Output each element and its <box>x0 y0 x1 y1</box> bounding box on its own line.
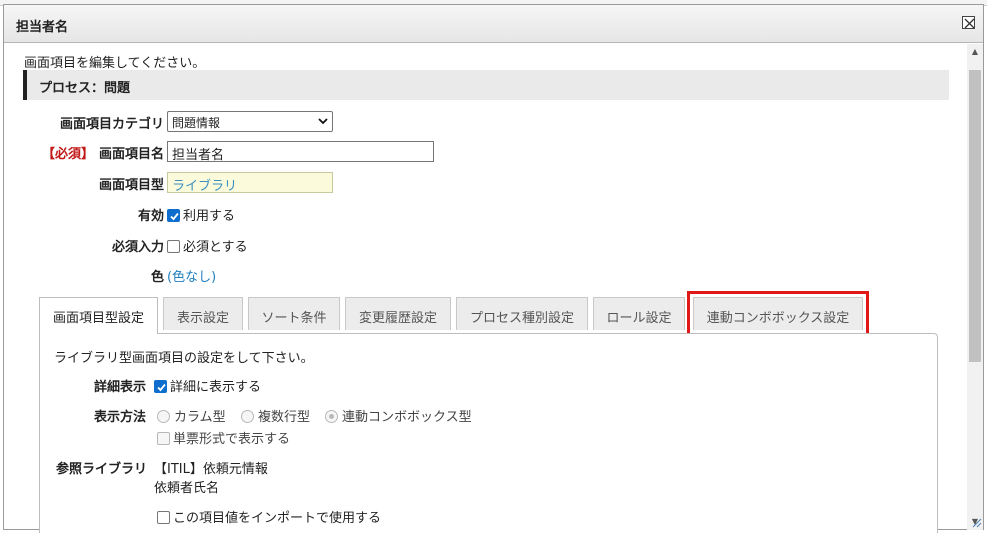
detail-checkbox-row[interactable]: 詳細に表示する <box>154 376 261 395</box>
radio-linked-combobox-type[interactable]: 連動コンボボックス型 <box>325 406 472 425</box>
tab-item-type-settings[interactable]: 画面項目型設定 <box>39 297 158 334</box>
single-form-checkbox[interactable] <box>157 432 170 445</box>
close-icon <box>964 18 975 29</box>
required-checkbox[interactable] <box>167 240 180 253</box>
instruction-text: 画面項目を編集してください。 <box>24 56 206 71</box>
panel-intro: ライブラリ型画面項目の設定をして下さい。 <box>54 351 314 366</box>
category-select[interactable]: 問題情報 <box>167 111 333 132</box>
enabled-checkbox[interactable] <box>167 209 180 222</box>
radio-button[interactable] <box>241 410 254 423</box>
color-link[interactable]: (色なし) <box>167 266 216 285</box>
tab-sort-conditions[interactable]: ソート条件 <box>248 297 340 330</box>
required-checkbox-label[interactable]: 必須とする <box>183 240 248 255</box>
category-select-value: 問題情報 <box>172 116 221 130</box>
dialog-title: 担当者名 <box>16 20 69 35</box>
tab-change-history[interactable]: 変更履歴設定 <box>345 297 451 330</box>
chevron-down-icon <box>318 118 328 125</box>
item-name-input[interactable]: 担当者名 <box>167 141 434 163</box>
close-button[interactable] <box>962 16 975 29</box>
resize-grip-icon[interactable] <box>970 516 982 528</box>
checkmark-icon <box>170 212 179 221</box>
scroll-thumb[interactable] <box>969 70 981 362</box>
detail-checkbox[interactable] <box>154 380 167 393</box>
single-form-checkbox-row[interactable]: 単票形式で表示する <box>157 428 290 447</box>
enabled-checkbox-label[interactable]: 利用する <box>183 209 235 224</box>
import-checkbox[interactable] <box>157 511 170 524</box>
import-checkbox-row[interactable]: この項目値をインポートで使用する <box>157 507 381 526</box>
radio-label[interactable]: カラム型 <box>174 410 226 425</box>
tab-panel: ライブラリ型画面項目の設定をして下さい。 詳細表示 詳細に表示する 表示方法 カ… <box>39 333 938 533</box>
required-checkbox-row[interactable]: 必須とする <box>167 236 248 255</box>
dialog-titlebar: 担当者名 <box>4 5 983 43</box>
detail-display-label: 詳細表示 <box>94 380 147 395</box>
tab-display-settings[interactable]: 表示設定 <box>163 297 243 330</box>
tab-linked-combobox[interactable]: 連動コンボボックス設定 <box>687 291 869 336</box>
scroll-up-arrow-icon[interactable]: ▲ <box>967 44 983 60</box>
required-input-label: 必須入力 <box>111 240 164 255</box>
reference-library-value: 【ITIL】依頼元情報 <box>154 462 268 477</box>
tab-process-type[interactable]: プロセス種別設定 <box>456 297 588 330</box>
reference-library-label: 参照ライブラリ <box>56 462 148 477</box>
item-type-label: 画面項目型 <box>98 178 164 193</box>
detail-checkbox-label[interactable]: 詳細に表示する <box>170 380 261 395</box>
edit-item-dialog: 担当者名 ▲ ▼ 画面項目を編集してください。 プロセス：問題 画面項目カテゴリ… <box>3 4 984 533</box>
radio-button[interactable] <box>157 410 170 423</box>
import-checkbox-label[interactable]: この項目値をインポートで使用する <box>173 511 381 526</box>
color-label: 色 <box>150 270 164 285</box>
radio-multiline-type[interactable]: 複数行型 <box>241 406 310 425</box>
section-heading: プロセス：問題 <box>23 70 949 100</box>
radio-label[interactable]: 連動コンボボックス型 <box>342 410 472 425</box>
checkmark-icon <box>157 383 166 392</box>
item-name-label: 画面項目名 <box>98 147 164 162</box>
tab-role-settings[interactable]: ロール設定 <box>593 297 685 330</box>
radio-label[interactable]: 複数行型 <box>258 410 310 425</box>
enabled-checkbox-row[interactable]: 利用する <box>167 205 235 224</box>
vertical-scrollbar[interactable]: ▲ ▼ <box>967 44 983 530</box>
enabled-label: 有効 <box>137 209 164 224</box>
reference-field-value: 依頼者氏名 <box>154 481 220 496</box>
category-label: 画面項目カテゴリ <box>59 117 164 132</box>
radio-button[interactable] <box>325 410 338 423</box>
radio-column-type[interactable]: カラム型 <box>157 406 226 425</box>
item-type-field: ライブラリ <box>167 172 333 194</box>
single-form-label[interactable]: 単票形式で表示する <box>173 432 290 447</box>
display-method-label: 表示方法 <box>94 410 147 425</box>
